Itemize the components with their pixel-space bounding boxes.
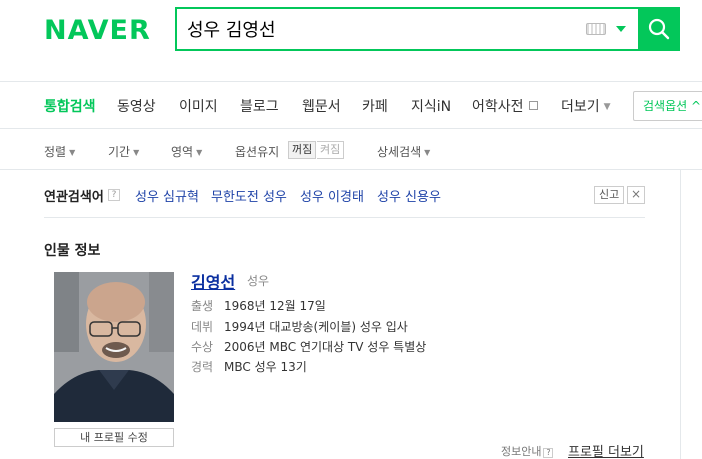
help-icon: ?: [543, 448, 554, 458]
search-icon: [648, 18, 670, 40]
info-row-career: 경력 MBC 성우 13기: [191, 358, 307, 375]
info-value: 1994년 대교방송(케이블) 성우 입사: [224, 320, 408, 334]
area-filter[interactable]: 영역 ▼: [171, 143, 202, 160]
period-filter-label: 기간: [108, 145, 131, 159]
chevron-down-icon: ▼: [69, 148, 76, 157]
search-input[interactable]: [177, 9, 586, 49]
tab-video[interactable]: 동영상: [117, 96, 156, 116]
tab-more-label: 더보기: [561, 99, 600, 115]
related-search-link[interactable]: 성우 이경태: [300, 186, 364, 205]
help-icon[interactable]: ?: [108, 189, 120, 201]
person-name-link[interactable]: 김영선: [191, 269, 235, 293]
content-divider: [680, 170, 681, 459]
tab-dictionary-label: 어학사전: [472, 99, 524, 115]
info-row-debut: 데뷔 1994년 대교방송(케이블) 성우 입사: [191, 318, 408, 335]
period-filter[interactable]: 기간 ▼: [108, 143, 139, 160]
external-window-icon: [528, 101, 538, 110]
option-keep-off-toggle[interactable]: 꺼짐: [288, 141, 317, 159]
chevron-down-icon: ▼: [196, 148, 203, 157]
chevron-up-icon: ^: [691, 99, 702, 113]
chevron-down-icon: ▼: [133, 148, 140, 157]
detail-search-label: 상세검색: [377, 145, 422, 159]
keyboard-icon[interactable]: [586, 23, 606, 35]
report-button[interactable]: 신고: [594, 186, 625, 204]
related-search-link[interactable]: 성우 신용우: [377, 186, 441, 205]
tab-dictionary[interactable]: 어학사전: [472, 96, 538, 116]
chevron-down-icon[interactable]: [616, 26, 626, 32]
search-options-label: 검색옵션: [643, 99, 688, 113]
search-options-button[interactable]: 검색옵션 ^: [633, 91, 702, 121]
edit-profile-button[interactable]: 내 프로필 수정: [54, 428, 174, 447]
related-searches-title: 연관검색어: [44, 190, 104, 205]
info-label: 출생: [191, 299, 214, 313]
close-icon[interactable]: ×: [627, 186, 645, 204]
info-label: 경력: [191, 360, 214, 374]
search-box[interactable]: [175, 7, 680, 51]
info-row-award: 수상 2006년 MBC 연기대상 TV 성우 특별상: [191, 338, 426, 355]
tab-cafe[interactable]: 카페: [362, 96, 388, 116]
person-info-title: 인물 정보: [44, 243, 101, 259]
info-row-birth: 출생 1968년 12월 17일: [191, 297, 326, 314]
info-guide[interactable]: 정보안내?: [501, 443, 554, 459]
search-tabs: 통합검색 동영상 이미지 블로그 웹문서 카페 지식iN 어학사전 더보기 ▼ 검…: [0, 81, 702, 129]
search-button[interactable]: [638, 7, 680, 51]
detail-search-filter[interactable]: 상세검색 ▼: [377, 143, 430, 160]
tab-web[interactable]: 웹문서: [302, 96, 341, 116]
naver-logo[interactable]: NAVER: [44, 15, 151, 46]
tab-blog[interactable]: 블로그: [240, 96, 279, 116]
sort-filter-label: 정렬: [44, 145, 67, 159]
sort-filter[interactable]: 정렬 ▼: [44, 143, 75, 160]
person-role: 성우: [247, 274, 270, 288]
tab-kin[interactable]: 지식iN: [411, 96, 451, 116]
person-photo[interactable]: [54, 272, 174, 422]
section-divider: [44, 217, 645, 218]
info-value: 2006년 MBC 연기대상 TV 성우 특별상: [224, 340, 427, 354]
profile-more-link[interactable]: 프로필 더보기: [568, 441, 644, 459]
filter-bar: 정렬 ▼ 기간 ▼ 영역 ▼ 옵션유지 꺼짐 켜짐 상세검색 ▼: [0, 130, 702, 170]
tab-image[interactable]: 이미지: [179, 96, 218, 116]
chevron-down-icon: ▼: [424, 148, 431, 157]
area-filter-label: 영역: [171, 145, 194, 159]
related-search-link[interactable]: 무한도전 성우: [211, 186, 287, 205]
person-portrait-image: [54, 272, 174, 422]
tab-integrated[interactable]: 통합검색: [44, 96, 96, 116]
info-value: 1968년 12월 17일: [224, 299, 326, 313]
related-search-link[interactable]: 성우 심규혁: [135, 186, 199, 205]
option-keep-label: 옵션유지: [235, 145, 280, 159]
info-label: 수상: [191, 340, 214, 354]
tab-more[interactable]: 더보기 ▼: [561, 96, 611, 116]
info-guide-label: 정보안내: [501, 445, 542, 458]
option-keep-on-toggle[interactable]: 켜짐: [317, 141, 345, 159]
chevron-down-icon: ▼: [603, 102, 611, 112]
info-label: 데뷔: [191, 320, 214, 334]
info-value: MBC 성우 13기: [224, 360, 307, 374]
